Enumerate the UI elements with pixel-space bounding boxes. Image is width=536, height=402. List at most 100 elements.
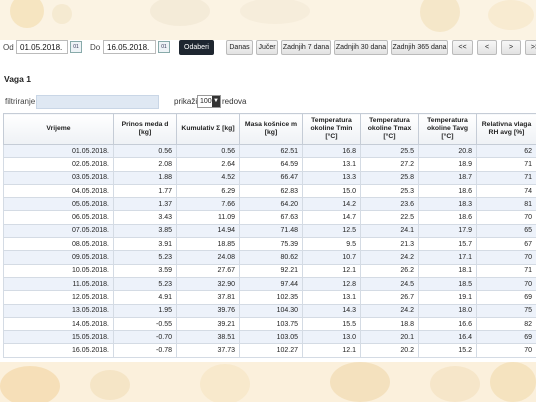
table-cell: 3.43 bbox=[113, 210, 177, 225]
table-cell: 20.8 bbox=[418, 143, 477, 159]
table-cell: 5.23 bbox=[113, 276, 177, 292]
table-cell: 71 bbox=[476, 170, 536, 185]
table-cell: 18.5 bbox=[418, 276, 477, 292]
table-cell: 1.37 bbox=[113, 197, 177, 212]
table-cell: -0.78 bbox=[113, 343, 177, 358]
to-label: Do bbox=[90, 43, 101, 52]
table-cell: 14.94 bbox=[176, 223, 240, 239]
table-cell: 18.1 bbox=[418, 263, 477, 278]
next-page-button[interactable]: > bbox=[501, 40, 521, 55]
table-cell: 102.35 bbox=[239, 290, 303, 305]
table-cell: 75 bbox=[476, 303, 536, 318]
table-cell: 4.52 bbox=[176, 170, 240, 185]
column-header[interactable]: Vrijeme bbox=[3, 113, 114, 145]
column-header[interactable]: Prinos meda d [kg] bbox=[113, 113, 177, 145]
table-cell: 38.51 bbox=[176, 330, 240, 345]
table-cell: 25.3 bbox=[360, 183, 419, 199]
rows-label: redova bbox=[222, 97, 247, 106]
table-cell: 65 bbox=[476, 223, 536, 239]
table-cell: 12.1 bbox=[302, 263, 361, 278]
table-row: 05.05.2018. 1.37 7.66 64.20 14.2 23.6 18.3 81 bbox=[3, 197, 536, 212]
table-cell: 18.0 bbox=[418, 303, 477, 318]
table-cell: 06.05.2018. bbox=[3, 210, 114, 225]
submit-button[interactable]: Odaberi bbox=[179, 40, 214, 55]
honeycomb-decoration bbox=[52, 4, 72, 24]
first-page-button[interactable]: << bbox=[452, 40, 473, 55]
table-cell: 64.59 bbox=[239, 157, 303, 172]
column-header[interactable]: Temperatura okoline Tmax [°C] bbox=[360, 113, 419, 145]
table-cell: 18.8 bbox=[360, 316, 419, 332]
table-cell: 25.8 bbox=[360, 170, 419, 185]
from-date-input[interactable]: 01.05.2018. bbox=[16, 40, 68, 54]
table-row: 12.05.2018. 4.91 37.81 102.35 13.1 26.7 19.1 69 bbox=[3, 290, 536, 305]
table-cell: 15.2 bbox=[418, 343, 477, 358]
last-30-days-button[interactable]: Zadnjih 30 dana bbox=[334, 40, 388, 55]
table-cell: 04.05.2018. bbox=[3, 183, 114, 199]
table-cell: 70 bbox=[476, 250, 536, 265]
table-cell: 71.48 bbox=[239, 223, 303, 239]
table-cell: 24.1 bbox=[360, 223, 419, 239]
rows-per-page-select[interactable]: 100 ▼ bbox=[197, 95, 221, 108]
table-cell: 16.6 bbox=[418, 316, 477, 332]
table-cell: 6.29 bbox=[176, 183, 240, 199]
table-cell: 27.2 bbox=[360, 157, 419, 172]
table-cell: 9.5 bbox=[302, 237, 361, 252]
last-365-days-button[interactable]: Zadnjih 365 dana bbox=[391, 40, 448, 55]
table-cell: 22.5 bbox=[360, 210, 419, 225]
calendar-icon[interactable]: 01 bbox=[158, 41, 170, 53]
table-cell: 17.9 bbox=[418, 223, 477, 239]
column-header[interactable]: Relativna vlaga RH avg [%] bbox=[476, 113, 536, 145]
table-cell: 15.5 bbox=[302, 316, 361, 332]
table-cell: 81 bbox=[476, 197, 536, 212]
rows-per-page-value: 100 bbox=[200, 98, 212, 105]
column-header[interactable]: Temperatura okoline Tavg [°C] bbox=[418, 113, 477, 145]
table-cell: 20.1 bbox=[360, 330, 419, 345]
table-cell: 16.05.2018. bbox=[3, 343, 114, 358]
table-cell: 39.21 bbox=[176, 316, 240, 332]
table-cell: 12.05.2018. bbox=[3, 290, 114, 305]
table-row: 14.05.2018. -0.55 39.21 103.75 15.5 18.8 16.6 8… bbox=[3, 316, 536, 332]
table-cell: 09.05.2018. bbox=[3, 250, 114, 265]
today-button[interactable]: Danas bbox=[226, 40, 253, 55]
table-cell: 15.05.2018. bbox=[3, 330, 114, 345]
honeycomb-decoration bbox=[90, 370, 130, 400]
last-7-days-button[interactable]: Zadnjih 7 dana bbox=[281, 40, 331, 55]
table-cell: 1.77 bbox=[113, 183, 177, 199]
show-label: prikaži bbox=[174, 97, 198, 106]
column-header[interactable]: Temperatura okoline Tmin [°C] bbox=[302, 113, 361, 145]
table-cell: 18.6 bbox=[418, 210, 477, 225]
table-cell: 4.91 bbox=[113, 290, 177, 305]
bee-decoration bbox=[150, 0, 210, 26]
to-date-input[interactable]: 16.05.2018. bbox=[103, 40, 156, 54]
table-cell: 2.64 bbox=[176, 157, 240, 172]
filter-input[interactable] bbox=[36, 95, 159, 109]
table-row: 10.05.2018. 3.59 27.67 92.21 12.1 26.2 18.1 71 bbox=[3, 263, 536, 278]
last-page-button[interactable]: >> bbox=[525, 40, 536, 55]
column-header[interactable]: Kumulativ Σ [kg] bbox=[176, 113, 240, 145]
yesterday-button[interactable]: Jučer bbox=[256, 40, 278, 55]
honeycomb-decoration bbox=[0, 366, 60, 402]
calendar-icon[interactable]: 01 bbox=[70, 41, 82, 53]
previous-page-button[interactable]: < bbox=[477, 40, 497, 55]
table-cell: 11.05.2018. bbox=[3, 276, 114, 292]
table-cell: 62 bbox=[476, 143, 536, 159]
table-cell: 0.56 bbox=[113, 143, 177, 159]
table-cell: 3.85 bbox=[113, 223, 177, 239]
table-cell: 26.7 bbox=[360, 290, 419, 305]
table-cell: 75.39 bbox=[239, 237, 303, 252]
table-cell: 7.66 bbox=[176, 197, 240, 212]
table-row: 03.05.2018. 1.88 4.52 66.47 13.3 25.8 18.7 71 bbox=[3, 170, 536, 185]
column-header[interactable]: Masa košnice m [kg] bbox=[239, 113, 303, 145]
table-cell: 13.05.2018. bbox=[3, 303, 114, 318]
table-cell: 37.73 bbox=[176, 343, 240, 358]
table-cell: 64.20 bbox=[239, 197, 303, 212]
table-cell: 05.05.2018. bbox=[3, 197, 114, 212]
table-cell: 18.85 bbox=[176, 237, 240, 252]
table-cell: 66.47 bbox=[239, 170, 303, 185]
table-cell: 12.1 bbox=[302, 343, 361, 358]
table-cell: -0.70 bbox=[113, 330, 177, 345]
table-row: 15.05.2018. -0.70 38.51 103.05 13.0 20.1 16.4 6… bbox=[3, 330, 536, 345]
table-row: 13.05.2018. 1.95 39.76 104.30 14.3 24.2 18.0 75 bbox=[3, 303, 536, 318]
table-row: 09.05.2018. 5.23 24.08 80.62 10.7 24.2 17.1 70 bbox=[3, 250, 536, 265]
table-cell: 13.1 bbox=[302, 157, 361, 172]
